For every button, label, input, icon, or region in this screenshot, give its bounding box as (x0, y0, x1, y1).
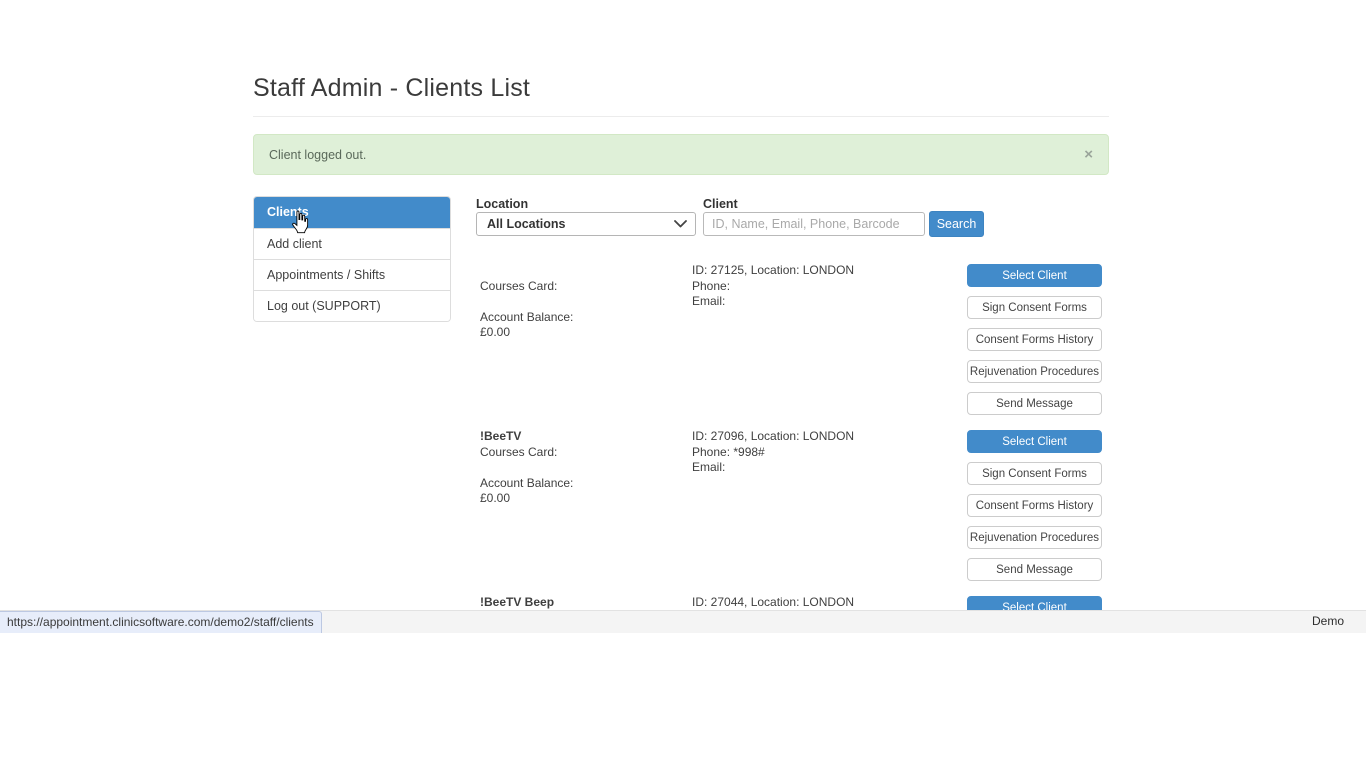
account-balance-value: £0.00 (480, 491, 690, 507)
client-email: Email: (692, 460, 972, 476)
client-phone: Phone: *998# (692, 445, 972, 461)
rejuvenation-procedures-button[interactable]: Rejuvenation Procedures (967, 526, 1102, 549)
consent-forms-history-button[interactable]: Consent Forms History (967, 494, 1102, 517)
client-contact-column: ID: 27096, Location: LONDON Phone: *998#… (692, 429, 972, 476)
client-contact-column: ID: 27125, Location: LONDON Phone: Email… (692, 263, 972, 310)
send-message-button[interactable]: Send Message (967, 392, 1102, 415)
account-balance-label: Account Balance: (480, 310, 690, 326)
close-icon[interactable]: × (1084, 147, 1093, 162)
client-info-column: !BeeTV Beep (480, 595, 690, 611)
consent-forms-history-button[interactable]: Consent Forms History (967, 328, 1102, 351)
account-balance-label: Account Balance: (480, 476, 690, 492)
client-label: Client (703, 197, 738, 211)
client-id-location: ID: 27125, Location: LONDON (692, 263, 972, 279)
alert-client-logged-out: Client logged out. × (253, 134, 1109, 175)
sign-consent-forms-button[interactable]: Sign Consent Forms (967, 462, 1102, 485)
account-balance-value: £0.00 (480, 325, 690, 341)
alert-message: Client logged out. (269, 148, 366, 162)
location-label: Location (476, 197, 528, 211)
client-name (480, 263, 690, 279)
courses-card-label: Courses Card: (480, 445, 690, 461)
client-phone: Phone: (692, 279, 972, 295)
client-actions-column: Select Client Sign Consent Forms Consent… (967, 430, 1102, 590)
select-client-button[interactable]: Select Client (967, 264, 1102, 287)
client-row: Courses Card: Account Balance: £0.00 ID:… (253, 263, 1109, 429)
browser-status-url: https://appointment.clinicsoftware.com/d… (0, 611, 322, 633)
search-button[interactable]: Search (929, 211, 984, 237)
footer-demo-label: Demo (1312, 614, 1344, 628)
client-search-input[interactable] (703, 212, 925, 236)
client-info-column: Courses Card: Account Balance: £0.00 (480, 263, 690, 341)
chevron-down-icon (674, 220, 687, 228)
courses-card-label: Courses Card: (480, 279, 690, 295)
location-select[interactable]: All Locations (476, 212, 696, 236)
courses-card-value (480, 294, 690, 310)
sign-consent-forms-button[interactable]: Sign Consent Forms (967, 296, 1102, 319)
client-contact-column: ID: 27044, Location: LONDON (692, 595, 972, 611)
location-select-value: All Locations (487, 217, 565, 231)
rejuvenation-procedures-button[interactable]: Rejuvenation Procedures (967, 360, 1102, 383)
client-actions-column: Select Client Sign Consent Forms Consent… (967, 264, 1102, 424)
client-email: Email: (692, 294, 972, 310)
select-client-button[interactable]: Select Client (967, 430, 1102, 453)
client-id-location: ID: 27096, Location: LONDON (692, 429, 972, 445)
page-title: Staff Admin - Clients List (253, 74, 530, 103)
client-info-column: !BeeTV Courses Card: Account Balance: £0… (480, 429, 690, 507)
sidebar-item-add-client[interactable]: Add client (254, 228, 450, 259)
client-name: !BeeTV Beep (480, 595, 690, 611)
send-message-button[interactable]: Send Message (967, 558, 1102, 581)
client-name: !BeeTV (480, 429, 690, 445)
courses-card-value (480, 460, 690, 476)
client-id-location: ID: 27044, Location: LONDON (692, 595, 972, 611)
sidebar-item-clients[interactable]: Clients (254, 197, 450, 228)
title-divider (253, 116, 1109, 117)
client-row: !BeeTV Courses Card: Account Balance: £0… (253, 429, 1109, 595)
